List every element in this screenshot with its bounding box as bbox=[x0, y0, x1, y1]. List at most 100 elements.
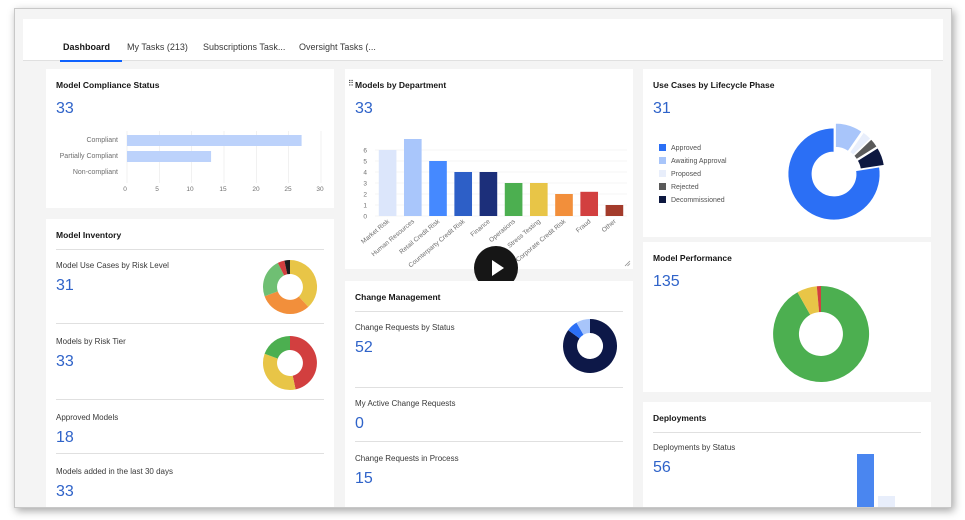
divider bbox=[56, 399, 324, 400]
tab-oversight-tasks[interactable]: Oversight Tasks (... bbox=[299, 42, 376, 52]
dept-y-tick: 2 bbox=[363, 192, 367, 199]
change-management-card: Change Management Change Requests by Sta… bbox=[345, 281, 633, 507]
risk-tier-donut bbox=[262, 336, 317, 390]
dept-bar[interactable] bbox=[403, 139, 422, 216]
performance-count[interactable]: 135 bbox=[653, 273, 680, 291]
risk-tier-slice bbox=[290, 336, 317, 390]
legend-swatch bbox=[659, 157, 666, 164]
legend-label: Rejected bbox=[671, 184, 699, 191]
tab-my-tasks[interactable]: My Tasks (213) bbox=[127, 42, 188, 52]
legend-swatch bbox=[659, 170, 666, 177]
divider bbox=[56, 249, 324, 250]
approved-models-label: Approved Models bbox=[56, 413, 119, 422]
departments-count[interactable]: 33 bbox=[355, 100, 373, 118]
deployments-by-status-count[interactable]: 56 bbox=[653, 459, 671, 477]
divider bbox=[56, 323, 324, 324]
change-status-donut bbox=[563, 318, 618, 373]
lifecycle-count[interactable]: 31 bbox=[653, 100, 671, 118]
legend-swatch bbox=[659, 144, 666, 151]
dept-y-tick: 0 bbox=[363, 214, 367, 221]
compliance-count[interactable]: 33 bbox=[56, 100, 74, 118]
legend-item-awaiting-approval[interactable]: Awaiting Approval bbox=[659, 157, 727, 165]
compliance-tick: 5 bbox=[155, 186, 159, 193]
risk-level-donut bbox=[262, 259, 318, 315]
active-change-count[interactable]: 0 bbox=[355, 415, 364, 433]
compliance-label-noncompliant: Non-compliant bbox=[72, 169, 118, 176]
models-added-count[interactable]: 33 bbox=[56, 483, 74, 501]
risk-level-count[interactable]: 31 bbox=[56, 277, 74, 295]
risk-level-label: Model Use Cases by Risk Level bbox=[56, 261, 169, 270]
legend-item-approved[interactable]: Approved bbox=[659, 144, 701, 152]
legend-label: Awaiting Approval bbox=[671, 158, 727, 165]
compliance-tick: 25 bbox=[284, 186, 292, 193]
models-added-label: Models added in the last 30 days bbox=[56, 467, 173, 476]
compliance-card: Model Compliance Status 33 Compliant Par… bbox=[46, 69, 334, 208]
active-change-label: My Active Change Requests bbox=[355, 399, 456, 408]
change-management-title: Change Management bbox=[355, 292, 441, 302]
legend-swatch bbox=[659, 196, 666, 203]
dashboard-window: Dashboard My Tasks (213) Subscriptions T… bbox=[14, 8, 952, 508]
performance-donut bbox=[773, 285, 870, 382]
performance-title: Model Performance bbox=[653, 253, 732, 263]
compliance-tick: 15 bbox=[219, 186, 227, 193]
change-by-status-count[interactable]: 52 bbox=[355, 339, 373, 357]
dept-bar[interactable] bbox=[605, 205, 624, 216]
risk-tier-slice bbox=[262, 353, 296, 390]
deployments-card: Deployments Deployments by Status 56 bbox=[643, 402, 931, 507]
drag-handle-icon[interactable]: ⠿ bbox=[348, 79, 354, 88]
dept-bar[interactable] bbox=[580, 191, 599, 216]
resize-corner-icon[interactable] bbox=[624, 260, 631, 267]
dept-bar[interactable] bbox=[555, 194, 573, 216]
active-tab-indicator bbox=[60, 60, 122, 62]
compliance-bar[interactable] bbox=[127, 151, 212, 162]
performance-slice bbox=[773, 285, 870, 382]
legend-item-decommissioned[interactable]: Decommissioned bbox=[659, 196, 725, 204]
legend-swatch bbox=[659, 183, 666, 190]
lifecycle-card: Use Cases by Lifecycle Phase 31 Approved… bbox=[643, 69, 931, 237]
compliance-tick: 0 bbox=[123, 186, 127, 193]
deployments-status-bar bbox=[857, 454, 874, 507]
legend-label: Decommissioned bbox=[671, 197, 725, 204]
in-process-count[interactable]: 15 bbox=[355, 470, 373, 488]
compliance-label-compliant: Compliant bbox=[86, 137, 118, 144]
risk-tier-label: Models by Risk Tier bbox=[56, 337, 126, 346]
dept-bar[interactable] bbox=[479, 172, 498, 216]
dept-bar[interactable] bbox=[378, 150, 397, 216]
compliance-tick: 10 bbox=[186, 186, 194, 193]
deployments-status-bar bbox=[878, 496, 895, 507]
compliance-tick: 30 bbox=[316, 186, 324, 193]
tab-dashboard[interactable]: Dashboard bbox=[63, 42, 110, 52]
dept-bar[interactable] bbox=[429, 161, 447, 216]
tab-subscriptions-tasks[interactable]: Subscriptions Task... bbox=[203, 42, 285, 52]
dept-x-tick: Other bbox=[601, 218, 619, 234]
dept-x-tick: Fraud bbox=[575, 218, 593, 235]
legend-label: Proposed bbox=[671, 171, 701, 178]
compliance-title: Model Compliance Status bbox=[56, 80, 160, 90]
divider bbox=[355, 311, 623, 312]
legend-item-proposed[interactable]: Proposed bbox=[659, 170, 701, 178]
dept-y-tick: 4 bbox=[363, 170, 367, 177]
approved-models-count[interactable]: 18 bbox=[56, 429, 74, 447]
dept-bar[interactable] bbox=[454, 172, 473, 216]
departments-title: Models by Department bbox=[355, 80, 447, 90]
change-by-status-label: Change Requests by Status bbox=[355, 323, 455, 332]
legend-item-rejected[interactable]: Rejected bbox=[659, 183, 699, 191]
compliance-bar[interactable] bbox=[127, 135, 302, 146]
divider bbox=[355, 387, 623, 388]
lifecycle-donut bbox=[787, 122, 885, 221]
dept-x-tick: Human Resources bbox=[370, 218, 416, 258]
divider bbox=[56, 453, 324, 454]
compliance-label-partial: Partially Compliant bbox=[59, 153, 118, 160]
departments-card: ⠿ Models by Department 33 0 1 2 3 4 5 6 Market … bbox=[345, 69, 633, 269]
deployments-by-status-label: Deployments by Status bbox=[653, 443, 736, 452]
dept-bar[interactable] bbox=[504, 183, 523, 216]
divider bbox=[653, 432, 921, 433]
dept-x-tick: Corporate Credit Risk bbox=[515, 218, 568, 264]
legend-label: Approved bbox=[671, 145, 701, 152]
risk-tier-count[interactable]: 33 bbox=[56, 353, 74, 371]
dept-bar[interactable] bbox=[529, 183, 548, 216]
tab-bar: Dashboard My Tasks (213) Subscriptions T… bbox=[23, 19, 943, 62]
compliance-tick: 20 bbox=[252, 186, 260, 193]
in-process-label: Change Requests in Process bbox=[355, 454, 459, 463]
performance-card: Model Performance 135 bbox=[643, 242, 931, 392]
